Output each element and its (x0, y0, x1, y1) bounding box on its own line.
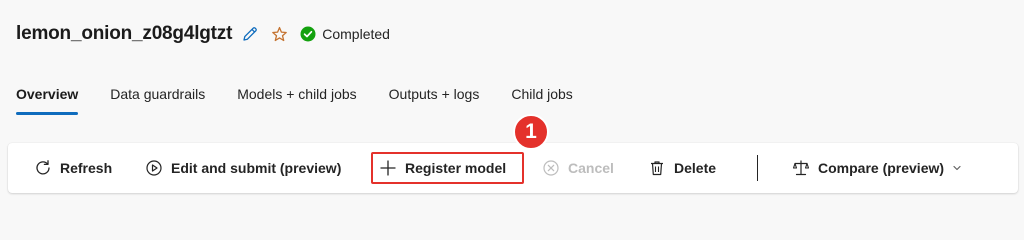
checkmark-circle-icon (300, 26, 316, 42)
tab-models-child-jobs[interactable]: Models + child jobs (237, 82, 356, 118)
edit-and-submit-button[interactable]: Edit and submit (preview) (145, 143, 341, 193)
status-label: Completed (322, 26, 390, 42)
tab-overview[interactable]: Overview (16, 82, 79, 118)
refresh-button[interactable]: Refresh (34, 143, 112, 193)
edit-and-submit-label: Edit and submit (preview) (171, 160, 342, 176)
cancel-label: Cancel (568, 160, 614, 176)
delete-label: Delete (674, 160, 717, 176)
status-badge: Completed (300, 26, 390, 42)
delete-button[interactable]: Delete (648, 143, 716, 193)
trash-icon (648, 159, 666, 177)
job-header: lemon_onion_z08g4lgtzt Completed (16, 20, 390, 48)
compare-dropdown-button[interactable]: Compare (preview) (792, 143, 962, 193)
step-callout-badge: 1 (513, 114, 549, 150)
tab-data-guardrails[interactable]: Data guardrails (110, 82, 205, 118)
command-bar: Refresh Edit and submit (preview) Regist… (8, 143, 1018, 193)
refresh-icon (34, 159, 52, 177)
register-model-label: Register model (405, 160, 507, 176)
add-icon (379, 159, 397, 177)
refresh-label: Refresh (60, 160, 113, 176)
chevron-down-icon (952, 163, 962, 173)
job-title: lemon_onion_z08g4lgtzt (16, 23, 233, 44)
compare-label: Compare (preview) (818, 160, 945, 176)
cancel-circle-icon (542, 159, 560, 177)
register-model-button[interactable]: Register model (379, 143, 506, 193)
toolbar-divider (757, 155, 758, 181)
cancel-button[interactable]: Cancel (542, 143, 614, 193)
star-icon[interactable] (270, 25, 288, 43)
scale-icon (792, 159, 810, 177)
tab-list: Overview Data guardrails Models + child … (16, 82, 605, 118)
tab-child-jobs[interactable]: Child jobs (511, 82, 572, 118)
edit-pencil-icon[interactable] (240, 24, 260, 44)
play-circle-icon (145, 159, 163, 177)
tab-outputs-logs[interactable]: Outputs + logs (389, 82, 480, 118)
